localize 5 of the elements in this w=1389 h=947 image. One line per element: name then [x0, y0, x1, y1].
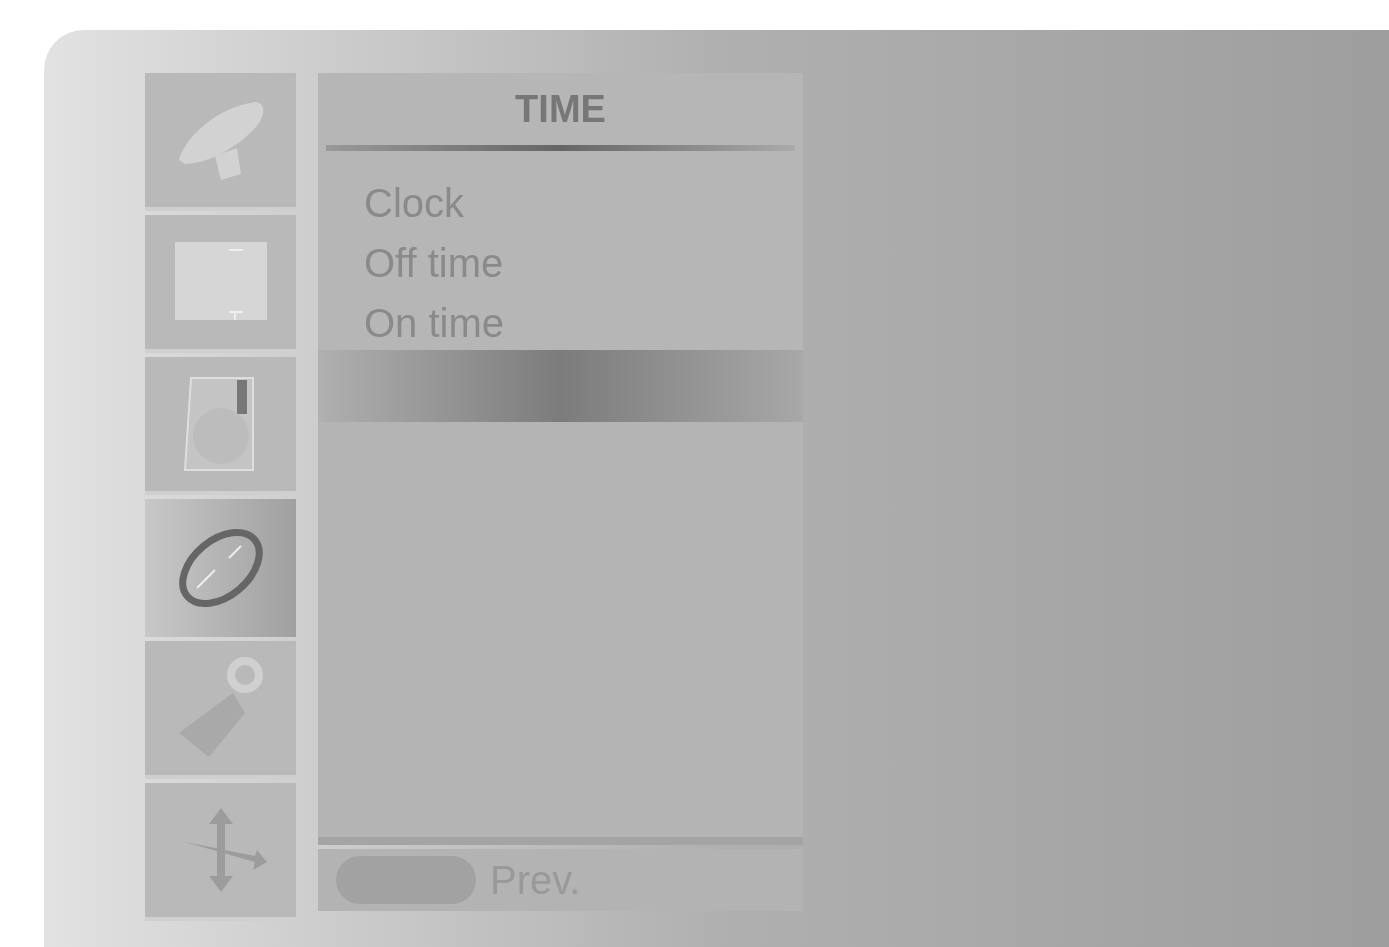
menu-title: TIME — [515, 86, 606, 132]
menu-category-tab[interactable] — [145, 357, 296, 495]
menu-category-tab[interactable] — [145, 641, 296, 779]
menu-category-tab[interactable] — [145, 783, 296, 921]
menu-category-tab[interactable] — [145, 499, 296, 637]
